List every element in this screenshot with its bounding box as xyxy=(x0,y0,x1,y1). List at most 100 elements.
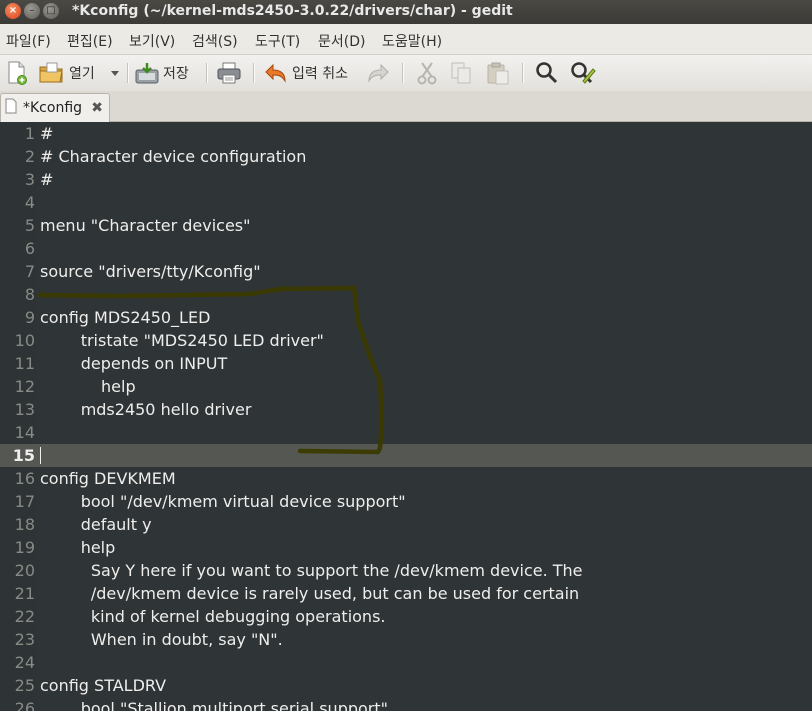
code-line[interactable]: 24 xyxy=(0,651,812,674)
line-number: 4 xyxy=(24,193,35,212)
redo-button[interactable] xyxy=(366,61,390,85)
line-text[interactable]: bool "/dev/kmem virtual device support" xyxy=(40,490,406,513)
line-text[interactable]: config STALDRV xyxy=(40,674,166,697)
line-number: 26 xyxy=(14,699,35,711)
toolbar: 열기 저장 입력 취소 xyxy=(0,55,812,92)
line-number: 12 xyxy=(14,377,35,396)
line-number: 14 xyxy=(14,423,35,442)
code-line[interactable]: 11 depends on INPUT xyxy=(0,352,812,375)
window-maximize-button[interactable]: □ xyxy=(43,3,59,19)
menu-search[interactable]: 검색(S) xyxy=(192,31,238,51)
open-label: 열기 xyxy=(69,66,95,82)
code-line[interactable]: 21 /dev/kmem device is rarely used, but … xyxy=(0,582,812,605)
code-line[interactable]: 26 bool "Stallion multiport serial suppo… xyxy=(0,697,812,711)
line-text[interactable]: config MDS2450_LED xyxy=(40,306,210,329)
search-button[interactable] xyxy=(535,61,559,85)
save-button[interactable]: 저장 xyxy=(135,61,189,85)
code-line[interactable]: 2 # Character device configuration xyxy=(0,145,812,168)
window-close-button[interactable]: × xyxy=(5,3,21,19)
code-line[interactable]: 7 source "drivers/tty/Kconfig" xyxy=(0,260,812,283)
line-number: 8 xyxy=(24,285,35,304)
code-line[interactable]: 13 mds2450 hello driver xyxy=(0,398,812,421)
code-line[interactable]: 6 xyxy=(0,237,812,260)
code-line[interactable]: 1 # xyxy=(0,122,812,145)
line-number: 3 xyxy=(24,170,35,189)
code-line[interactable]: 22 kind of kernel debugging operations. xyxy=(0,605,812,628)
window-minimize-button[interactable]: – xyxy=(24,3,40,19)
line-text[interactable]: # xyxy=(40,122,53,145)
code-line[interactable]: 8 xyxy=(0,283,812,306)
line-text[interactable]: Say Y here if you want to support the /d… xyxy=(40,559,583,582)
line-text[interactable]: mds2450 hello driver xyxy=(40,398,252,421)
current-line[interactable]: 15 xyxy=(0,444,812,467)
line-number: 21 xyxy=(14,584,35,603)
code-line[interactable]: 23 When in doubt, say "N". xyxy=(0,628,812,651)
line-text[interactable]: source "drivers/tty/Kconfig" xyxy=(40,260,261,283)
line-number: 2 xyxy=(24,147,35,166)
code-line[interactable]: 9 config MDS2450_LED xyxy=(0,306,812,329)
code-line[interactable]: 4 xyxy=(0,191,812,214)
print-button[interactable] xyxy=(217,61,241,85)
tab-bar: *Kconfig ✖ xyxy=(0,91,812,122)
line-text[interactable]: config DEVKMEM xyxy=(40,467,176,490)
line-text[interactable]: # xyxy=(40,168,53,191)
line-text[interactable]: depends on INPUT xyxy=(40,352,228,375)
save-label: 저장 xyxy=(163,66,189,82)
text-editor[interactable]: 1 #2 # Character device configuration 3 #4 5 m… xyxy=(0,122,812,711)
undo-button[interactable]: 입력 취소 xyxy=(264,61,348,85)
tab-kconfig[interactable]: *Kconfig ✖ xyxy=(0,93,110,122)
line-text[interactable]: help xyxy=(40,536,116,559)
line-number: 11 xyxy=(14,354,35,373)
menu-view[interactable]: 보기(V) xyxy=(129,31,175,51)
window-title: *Kconfig (~/kernel-mds2450-3.0.22/driver… xyxy=(72,3,513,19)
menu-help[interactable]: 도움말(H) xyxy=(382,31,442,51)
code-line[interactable]: 3 # xyxy=(0,168,812,191)
line-number: 24 xyxy=(14,653,35,672)
line-text[interactable]: menu "Character devices" xyxy=(40,214,250,237)
title-bar: × – □ *Kconfig (~/kernel-mds2450-3.0.22/… xyxy=(0,0,812,24)
open-folder-icon xyxy=(39,62,65,84)
code-line[interactable]: 20 Say Y here if you want to support the… xyxy=(0,559,812,582)
toolbar-separator xyxy=(522,63,524,83)
line-number: 20 xyxy=(14,561,35,580)
code-line[interactable]: 19 help xyxy=(0,536,812,559)
copy-button[interactable] xyxy=(450,61,472,85)
line-text[interactable]: default y xyxy=(40,513,152,536)
toolbar-separator xyxy=(206,63,208,83)
open-button[interactable]: 열기 xyxy=(39,61,95,85)
menu-file[interactable]: 파일(F) xyxy=(6,31,51,51)
line-text[interactable]: tristate "MDS2450 LED driver" xyxy=(40,329,324,352)
line-text[interactable]: # Character device configuration xyxy=(40,145,306,168)
code-line[interactable]: 16 config DEVKMEM xyxy=(0,467,812,490)
code-line[interactable]: 18 default y xyxy=(0,513,812,536)
open-dropdown-button[interactable] xyxy=(108,61,122,85)
line-text[interactable]: kind of kernel debugging operations. xyxy=(40,605,386,628)
paste-icon xyxy=(486,61,510,85)
tab-close-icon[interactable]: ✖ xyxy=(91,100,103,116)
code-line[interactable]: 12 help xyxy=(0,375,812,398)
line-number: 5 xyxy=(24,216,35,235)
line-number: 25 xyxy=(14,676,35,695)
code-line[interactable]: 5 menu "Character devices" xyxy=(0,214,812,237)
line-text[interactable]: help xyxy=(40,375,136,398)
line-number: 19 xyxy=(14,538,35,557)
code-line[interactable]: 25 config STALDRV xyxy=(0,674,812,697)
menu-tools[interactable]: 도구(T) xyxy=(255,31,300,51)
line-text[interactable]: bool "Stallion multiport serial support" xyxy=(40,697,388,711)
cut-button[interactable] xyxy=(416,61,438,85)
new-document-button[interactable] xyxy=(6,61,28,85)
line-number: 15 xyxy=(12,446,35,465)
menu-documents[interactable]: 문서(D) xyxy=(318,31,365,51)
find-replace-button[interactable] xyxy=(570,61,596,85)
menu-edit[interactable]: 편집(E) xyxy=(67,31,113,51)
paste-button[interactable] xyxy=(486,61,510,85)
tab-label: *Kconfig xyxy=(23,100,83,116)
code-line[interactable]: 10 tristate "MDS2450 LED driver" xyxy=(0,329,812,352)
undo-icon xyxy=(264,63,288,83)
toolbar-separator xyxy=(253,63,255,83)
line-text[interactable]: /dev/kmem device is rarely used, but can… xyxy=(40,582,579,605)
line-number: 17 xyxy=(14,492,35,511)
code-line[interactable]: 14 xyxy=(0,421,812,444)
code-line[interactable]: 17 bool "/dev/kmem virtual device suppor… xyxy=(0,490,812,513)
line-text[interactable]: When in doubt, say "N". xyxy=(40,628,283,651)
